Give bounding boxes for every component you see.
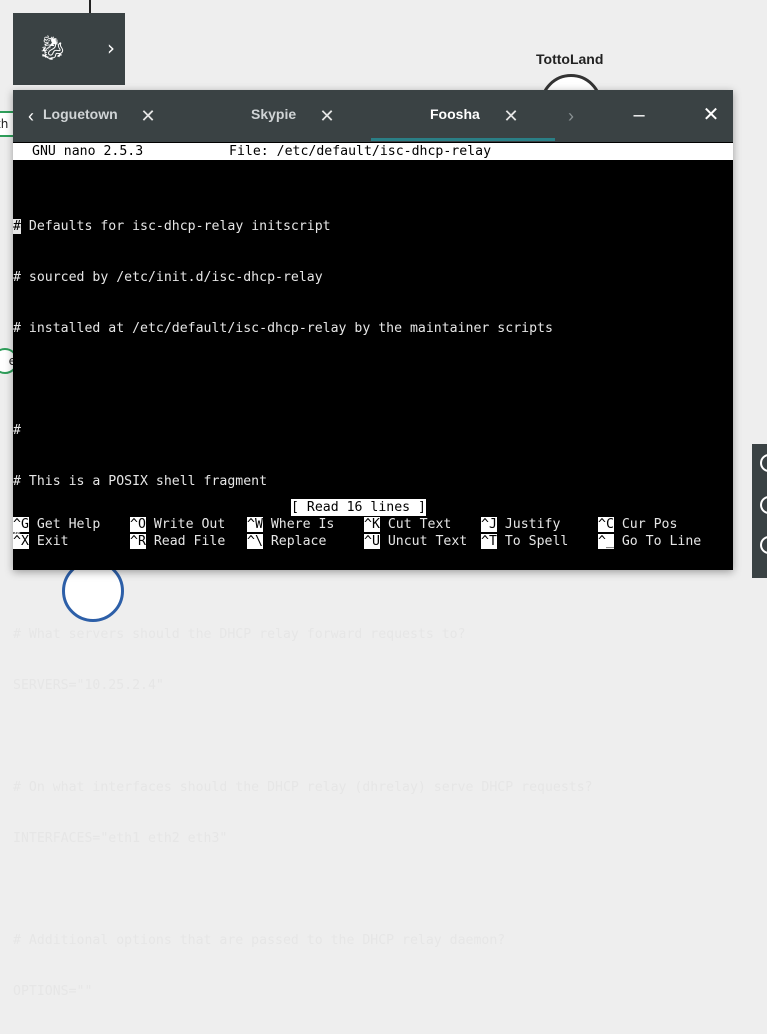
shortcut-label: Cur Pos [613,517,678,532]
shortcut-key: ^R [130,534,146,549]
shortcut-label: Go To Line [613,534,702,549]
editor-line: # [13,423,21,438]
dragon-logo-icon[interactable]: 🐉︎ [37,33,67,63]
nano-title-bar: GNU nano 2.5.3 File: /etc/default/isc-dh… [13,143,733,160]
shortcut-cur-pos[interactable]: ^C Cur Pos [598,516,677,533]
tool-circle-icon[interactable] [760,496,767,514]
editor-line: # Defaults for isc-dhcp-relay initscript [13,219,331,234]
tab-loguetown[interactable]: Loguetown [43,106,121,122]
shortcut-uncut-text[interactable]: ^U Uncut Text [364,533,467,550]
text-cursor: # [13,219,21,234]
minimize-button[interactable]: – [627,102,651,128]
shortcut-read-file[interactable]: ^R Read File [130,533,225,550]
editor-line: # sourced by /etc/init.d/isc-dhcp-relay [13,270,323,285]
nano-file-name: File: /etc/default/isc-dhcp-relay [229,144,492,159]
shortcut-key: ^J [481,517,497,532]
shortcut-cut-text[interactable]: ^K Cut Text [364,516,451,533]
shortcut-label: Replace [262,534,327,549]
editor-line: # On what interfaces should the DHCP rel… [13,780,593,795]
nano-version: GNU nano 2.5.3 [32,144,144,159]
close-window-button[interactable]: ✕ [699,102,723,128]
tool-circle-icon[interactable] [760,454,767,472]
shortcut-key: ^U [364,534,380,549]
shortcut-label: Exit [28,534,69,549]
tab-scroll-right-icon[interactable]: › [561,104,581,128]
terminal-window: ‹ Loguetown ✕ Skypie ✕ Foosha ✕ › – ✕ GN… [13,90,733,999]
shortcut-where-is[interactable]: ^W Where Is [247,516,334,533]
editor-line: OPTIONS="" [13,984,93,999]
shortcut-key: ^T [481,534,497,549]
node-label-tottoland: TottoLand [536,51,604,67]
editor-line: # Additional options that are passed to … [13,933,506,948]
shortcut-label: To Spell [496,534,569,549]
shortcut-exit[interactable]: ^X Exit [13,533,69,550]
shortcut-to-spell[interactable]: ^T To Spell [481,533,568,550]
side-dock: 🐉︎ › [13,13,125,85]
shortcut-label: Where Is [262,517,335,532]
shortcut-key: ^C [598,517,614,532]
shortcut-label: Uncut Text [379,534,468,549]
diagram-edge [89,0,91,14]
nano-shortcut-bar: ^G Get Help ^O Write Out ^W Where Is ^K Cut… [13,516,733,550]
shortcut-key: ^\ [247,534,263,549]
active-tab-indicator [371,138,555,141]
editor-line: SERVERS="10.25.2.4" [13,678,164,693]
terminal-screen[interactable]: GNU nano 2.5.3 File: /etc/default/isc-dh… [13,143,733,999]
shortcut-label: Cut Text [379,517,452,532]
shortcut-label: Read File [145,534,226,549]
nano-status-message: [ Read 16 lines ] [291,499,426,516]
shortcut-label: Get Help [28,517,101,532]
editor-line: # installed at /etc/default/isc-dhcp-rel… [13,321,553,336]
tab-scroll-left-icon[interactable]: ‹ [21,104,41,128]
shortcut-key: ^O [130,517,146,532]
shortcut-go-to-line[interactable]: ^_ Go To Line [598,533,701,550]
shortcut-key: ^W [247,517,263,532]
shortcut-get-help[interactable]: ^G Get Help [13,516,100,533]
chevron-right-icon[interactable]: › [101,35,121,61]
tab-skypie-close-icon[interactable]: ✕ [318,106,336,126]
shortcut-key: ^K [364,517,380,532]
shortcut-write-out[interactable]: ^O Write Out [130,516,225,533]
shortcut-key: ^X [13,534,29,549]
nano-editor-content[interactable]: # Defaults for isc-dhcp-relay initscript… [13,184,593,1034]
right-tool-panel [752,444,767,578]
tool-circle-icon[interactable] [760,536,767,554]
shortcut-justify[interactable]: ^J Justify [481,516,560,533]
shortcut-label: Write Out [145,517,226,532]
shortcut-key: ^_ [598,534,614,549]
editor-line: # This is a POSIX shell fragment [13,474,268,489]
tab-skypie[interactable]: Skypie [251,106,296,122]
tab-bar: ‹ Loguetown ✕ Skypie ✕ Foosha ✕ › – ✕ [13,90,733,142]
tab-loguetown-close-icon[interactable]: ✕ [139,106,157,126]
tab-foosha-close-icon[interactable]: ✕ [502,106,520,126]
editor-line: INTERFACES="eth1 eth2 eth3" [13,831,228,846]
tab-foosha[interactable]: Foosha [430,106,480,122]
shortcut-label: Justify [496,517,561,532]
shortcut-key: ^G [13,517,29,532]
shortcut-replace[interactable]: ^\ Replace [247,533,326,550]
editor-line: # What servers should the DHCP relay for… [13,627,466,642]
